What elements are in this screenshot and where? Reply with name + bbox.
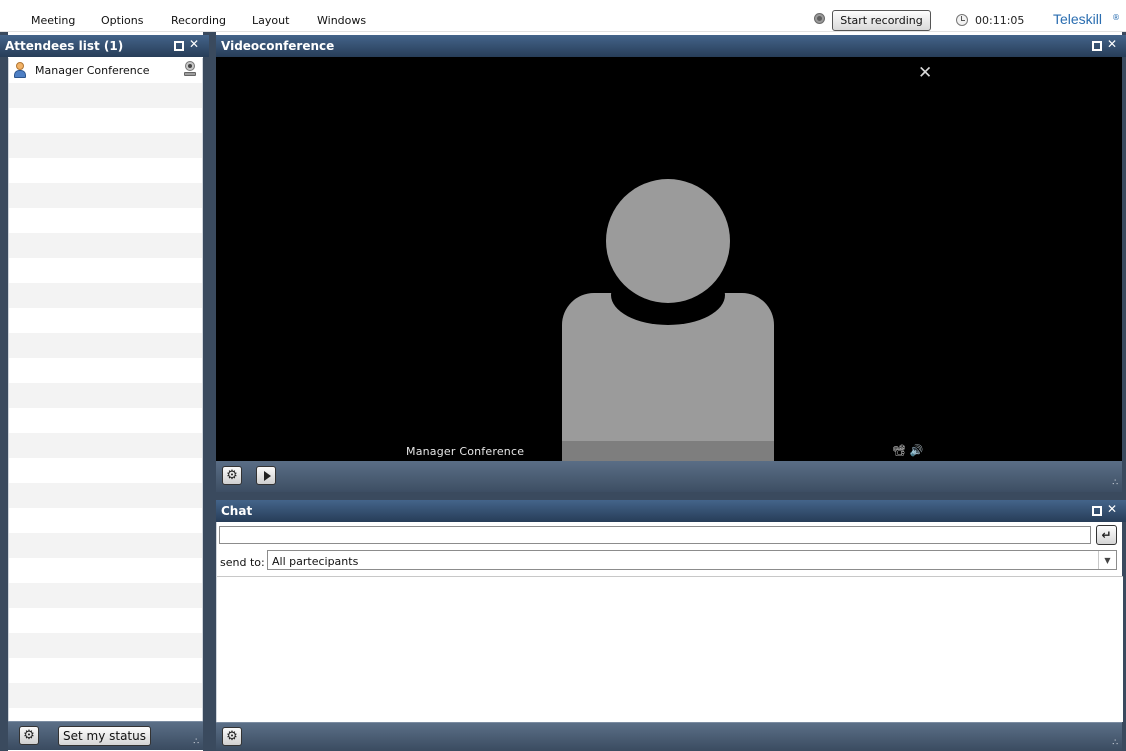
chat-footer: ⚙ ∴ [216, 722, 1122, 751]
menu-layout[interactable]: Layout [252, 14, 289, 27]
splitter-vertical[interactable] [203, 32, 216, 751]
attendees-header: Attendees list (1) ✕ [0, 35, 209, 57]
videoconference-title: Videoconference [221, 39, 335, 53]
send-message-button[interactable]: ↵ [1096, 525, 1117, 545]
video-settings-button[interactable]: ⚙ [222, 466, 242, 485]
menu-recording[interactable]: Recording [171, 14, 226, 27]
menu-options[interactable]: Options [101, 14, 143, 27]
start-recording-button[interactable]: Start recording [832, 10, 931, 31]
video-stream: ✕ Manager Conference 📽 🔊 [216, 57, 1122, 461]
video-toolbar: ⚙ ∴ [216, 461, 1122, 492]
session-timer: 00:11:05 [975, 14, 1025, 27]
video-close-icon[interactable]: ✕ [918, 65, 932, 82]
play-icon[interactable] [256, 466, 276, 485]
attendees-footer: ⚙ Set my status ∴ [8, 721, 203, 750]
record-indicator-icon [814, 13, 825, 24]
brand-registered-mark: ® [1112, 13, 1120, 22]
menu-meeting[interactable]: Meeting [31, 14, 75, 27]
attendees-resize-grip-icon[interactable]: ∴ [189, 738, 199, 748]
brand-logo: Teleskill [1053, 11, 1103, 27]
clock-icon [956, 14, 968, 26]
menu-bar: Meeting Options Recording Layout Windows… [0, 0, 1126, 32]
camera-audio-icon[interactable]: 📽 🔊 [892, 444, 923, 457]
attendees-settings-button[interactable]: ⚙ [19, 726, 39, 745]
user-icon [13, 62, 27, 78]
attendee-name: Manager Conference [35, 64, 150, 77]
chat-resize-grip-icon[interactable]: ∴ [1108, 739, 1118, 749]
chat-maximize-icon[interactable] [1092, 506, 1102, 516]
set-my-status-button[interactable]: Set my status [58, 726, 151, 746]
videoconference-close-icon[interactable]: ✕ [1107, 38, 1118, 50]
chevron-down-icon[interactable]: ▼ [1098, 551, 1116, 569]
attendees-maximize-icon[interactable] [174, 41, 184, 51]
attendees-title: Attendees list (1) [5, 39, 124, 53]
chat-title: Chat [221, 504, 253, 518]
attendee-item[interactable]: Manager Conference [9, 58, 202, 83]
video-resize-grip-icon[interactable]: ∴ [1108, 479, 1118, 489]
video-participant-name: Manager Conference [406, 445, 525, 458]
videoconference-header: Videoconference ✕ [216, 35, 1126, 57]
attendees-list: Manager Conference [8, 58, 203, 721]
chat-body: ↵ send to: All partecipants ▼ [216, 522, 1123, 722]
left-frame [0, 32, 8, 751]
menu-windows[interactable]: Windows [317, 14, 366, 27]
chat-message-log[interactable] [217, 576, 1123, 722]
chat-settings-button[interactable]: ⚙ [222, 727, 242, 746]
send-to-value: All partecipants [272, 555, 359, 568]
avatar-head-placeholder [606, 179, 730, 303]
chat-header: Chat ✕ [216, 500, 1126, 522]
avatar-name-strip [562, 441, 774, 461]
send-to-label: send to: [220, 556, 265, 569]
splitter-horizontal[interactable] [216, 492, 1122, 500]
send-to-select[interactable]: All partecipants ▼ [267, 550, 1117, 570]
attendees-close-icon[interactable]: ✕ [189, 38, 200, 50]
webcam-icon[interactable] [183, 61, 197, 77]
chat-close-icon[interactable]: ✕ [1107, 503, 1118, 515]
chat-message-input[interactable] [219, 526, 1091, 544]
videoconference-maximize-icon[interactable] [1092, 41, 1102, 51]
